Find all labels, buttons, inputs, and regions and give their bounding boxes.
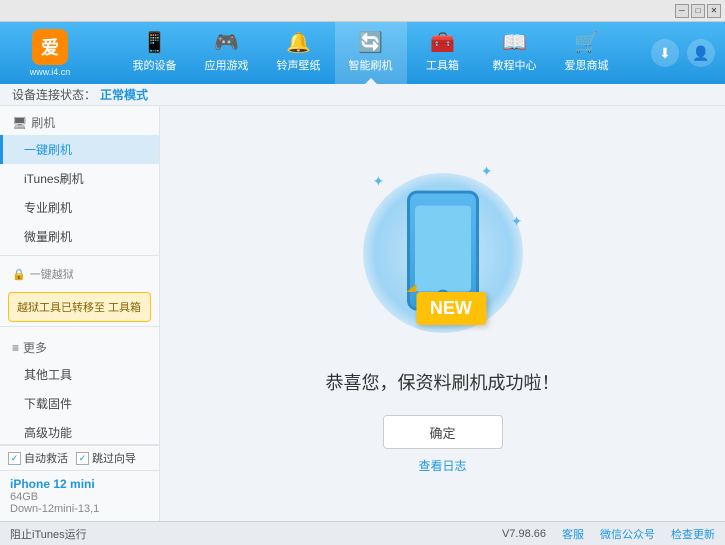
sidebar-flash-label: 刷机 xyxy=(31,114,55,131)
device-version: Down-12mini-13,1 xyxy=(10,503,149,515)
nav-my-device-icon: 📱 xyxy=(142,33,167,53)
skip-wizard-checkbox[interactable] xyxy=(76,452,89,465)
nav-tutorials[interactable]: 📖 教程中心 xyxy=(479,22,551,84)
sidebar-bottom: 自动救活 跳过向导 iPhone 12 mini 64GB Down-12min… xyxy=(0,444,159,521)
sidebar-item-download-firmware[interactable]: 下载固件 xyxy=(0,389,159,418)
connection-status-bar: 设备连接状态： 正常模式 xyxy=(0,84,725,106)
nav-ringtones-label: 铃声壁纸 xyxy=(277,57,321,73)
logo-text: www.i4.cn xyxy=(30,67,71,77)
nav-toolbox-icon: 🧰 xyxy=(430,33,455,53)
view-log-link[interactable]: 查看日志 xyxy=(418,457,466,474)
sidebar-more-icon: ≡ xyxy=(12,341,19,355)
success-title: 恭喜您，保资料刷机成功啦！ xyxy=(326,369,560,395)
option-skip-wizard[interactable]: 跳过向导 xyxy=(76,450,136,466)
sidebar-item-itunes-flash[interactable]: iTunes刷机 xyxy=(0,164,159,193)
lock-icon: 🔒 xyxy=(12,268,26,281)
sidebar-item-advanced[interactable]: 高级功能 xyxy=(0,418,159,444)
maximize-button[interactable]: □ xyxy=(691,4,705,18)
sparkle-icon-2: ✦ xyxy=(511,213,523,230)
customer-service-link[interactable]: 客服 xyxy=(562,526,584,542)
nav-shop-icon: 🛒 xyxy=(574,33,599,53)
close-button[interactable]: ✕ xyxy=(707,4,721,18)
device-name: iPhone 12 mini xyxy=(10,477,149,491)
user-button[interactable]: 👤 xyxy=(687,39,715,67)
skip-wizard-label: 跳过向导 xyxy=(92,450,136,466)
main-area: 🖥 刷机 一键刷机 iTunes刷机 专业刷机 微量刷机 xyxy=(0,106,725,521)
status-bar: 阻止iTunes运行 V7.98.66 客服 微信公众号 检查更新 xyxy=(0,521,725,545)
sidebar-flash-icon: 🖥 xyxy=(12,116,27,130)
nav-ringtones[interactable]: 🔔 铃声壁纸 xyxy=(263,22,335,84)
version-label: V7.98.66 xyxy=(502,528,546,540)
wechat-link[interactable]: 微信公众号 xyxy=(600,526,655,542)
nav-my-device[interactable]: 📱 我的设备 xyxy=(119,22,191,84)
sparkle-icon-3: ✦ xyxy=(481,163,493,180)
nav-apps-games-label: 应用游戏 xyxy=(205,57,249,73)
nav-apps-games-icon: 🎮 xyxy=(214,33,239,53)
sidebar-flash-section: 🖥 刷机 xyxy=(0,106,159,135)
check-update-link[interactable]: 检查更新 xyxy=(671,526,715,542)
nav-tutorials-icon: 📖 xyxy=(502,33,527,53)
nav-shop[interactable]: 🛒 爱思商城 xyxy=(551,22,623,84)
sparkle-icon-1: ✦ xyxy=(373,173,385,190)
itunes-block-label: 阻止iTunes运行 xyxy=(10,526,87,542)
nav-smart-flash-label: 智能刷机 xyxy=(349,57,393,73)
conn-status-value: 正常模式 xyxy=(100,86,148,103)
sidebar-item-micro-flash[interactable]: 微量刷机 xyxy=(0,222,159,251)
window-controls[interactable]: ─ □ ✕ xyxy=(675,4,721,18)
nav-smart-flash[interactable]: 🔄 智能刷机 xyxy=(335,22,407,84)
options-bar: 自动救活 跳过向导 xyxy=(0,445,159,470)
sidebar-divider-2 xyxy=(0,326,159,327)
content-area: NEW ✦ ✦ ✦ 恭喜您，保资料刷机成功啦！ 确定 查看日志 xyxy=(160,106,725,521)
sidebar-item-pro-flash[interactable]: 专业刷机 xyxy=(0,193,159,222)
nav-ringtones-icon: 🔔 xyxy=(286,33,311,53)
option-auto-rescue[interactable]: 自动救活 xyxy=(8,450,68,466)
conn-status-label: 设备连接状态： xyxy=(12,86,96,103)
sidebar-more-label: 更多 xyxy=(23,339,47,356)
nav-toolbox-label: 工具箱 xyxy=(426,57,459,73)
logo-icon: 爱 xyxy=(32,29,68,65)
sidebar-jailbreak-alert: 越狱工具已转移至 工具箱 xyxy=(8,292,151,322)
minimize-button[interactable]: ─ xyxy=(675,4,689,18)
nav-smart-flash-icon: 🔄 xyxy=(358,33,383,53)
confirm-button[interactable]: 确定 xyxy=(383,415,503,449)
phone-screen xyxy=(415,206,471,292)
status-right: V7.98.66 客服 微信公众号 检查更新 xyxy=(502,526,715,542)
auto-rescue-label: 自动救活 xyxy=(24,450,68,466)
nav-apps-games[interactable]: 🎮 应用游戏 xyxy=(191,22,263,84)
nav-toolbox[interactable]: 🧰 工具箱 xyxy=(407,22,479,84)
new-badge: NEW xyxy=(416,292,486,325)
nav-my-device-label: 我的设备 xyxy=(133,57,177,73)
sidebar-item-other-tools[interactable]: 其他工具 xyxy=(0,360,159,389)
nav-bar: 📱 我的设备 🎮 应用游戏 🔔 铃声壁纸 🔄 智能刷机 🧰 工具箱 📖 教程中心… xyxy=(90,22,651,84)
sidebar-jailbreak-status: 🔒 一键越狱 xyxy=(0,260,159,288)
success-illustration: NEW ✦ ✦ ✦ xyxy=(343,153,543,353)
sidebar-more-section: ≡ 更多 xyxy=(0,331,159,360)
nav-shop-label: 爱思商城 xyxy=(565,57,609,73)
download-button[interactable]: ⬇ xyxy=(651,39,679,67)
device-info: iPhone 12 mini 64GB Down-12mini-13,1 xyxy=(0,470,159,521)
title-bar: ─ □ ✕ xyxy=(0,0,725,22)
sidebar-divider-1 xyxy=(0,255,159,256)
status-left: 阻止iTunes运行 xyxy=(10,526,87,542)
auto-rescue-checkbox[interactable] xyxy=(8,452,21,465)
nav-tutorials-label: 教程中心 xyxy=(493,57,537,73)
device-storage: 64GB xyxy=(10,491,149,503)
header: 爱 www.i4.cn 📱 我的设备 🎮 应用游戏 🔔 铃声壁纸 🔄 智能刷机 … xyxy=(0,22,725,84)
sidebar-item-one-click-flash[interactable]: 一键刷机 xyxy=(0,135,159,164)
logo[interactable]: 爱 www.i4.cn xyxy=(10,28,90,78)
sidebar: 🖥 刷机 一键刷机 iTunes刷机 专业刷机 微量刷机 xyxy=(0,106,160,521)
header-right: ⬇ 👤 xyxy=(651,39,715,67)
jailbreak-label: 一键越狱 xyxy=(30,266,74,282)
